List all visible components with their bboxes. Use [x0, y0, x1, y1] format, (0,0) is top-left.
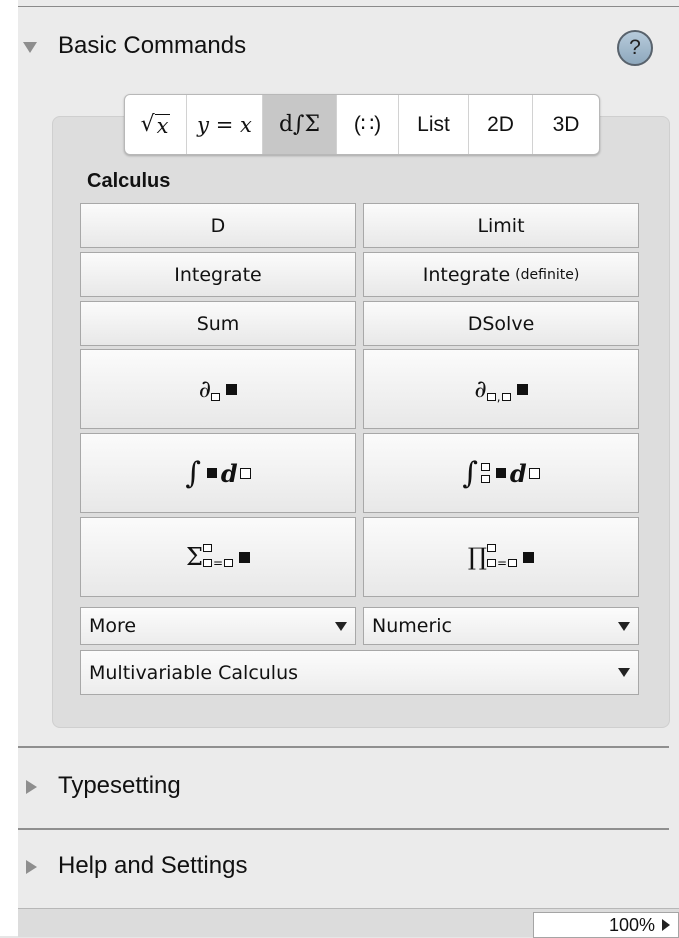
- tab-2d[interactable]: 2D: [469, 95, 533, 154]
- more-dropdown-label: More: [89, 615, 137, 637]
- zoom-menu-arrow-icon[interactable]: [662, 919, 670, 931]
- partial-icon: ∂: [474, 375, 487, 403]
- section-title-basic-commands[interactable]: Basic Commands: [58, 32, 246, 60]
- tab-calculus[interactable]: d∫Σ: [263, 95, 337, 154]
- selection-placeholder-icon: [239, 551, 251, 563]
- tab-3d[interactable]: 3D: [533, 95, 599, 154]
- placeholder-icon: [239, 467, 251, 479]
- section-help-and-settings[interactable]: Help and Settings: [0, 842, 679, 902]
- product-template-button[interactable]: ∏ =: [363, 517, 639, 597]
- placeholder-icon: [528, 467, 540, 479]
- placeholder-icon: [486, 393, 496, 401]
- section-title-typesetting[interactable]: Typesetting: [58, 772, 181, 800]
- selection-placeholder-icon: [206, 468, 217, 478]
- more-dropdown[interactable]: More: [80, 607, 356, 645]
- selection-placeholder-icon: [495, 468, 506, 478]
- multivariable-dropdown-label: Multivariable Calculus: [89, 661, 299, 684]
- placeholder-icon: [211, 393, 221, 401]
- chevron-down-icon: [618, 621, 630, 631]
- partial-derivative-template-button[interactable]: ∂: [80, 349, 356, 429]
- top-divider: [18, 6, 679, 7]
- placeholder-icon: [508, 559, 518, 567]
- placeholder-icon: [487, 544, 497, 552]
- disclosure-expanded-icon[interactable]: [23, 42, 37, 53]
- sqrt-icon: √: [140, 112, 155, 137]
- zoom-value: 100%: [608, 914, 655, 935]
- mixed-partial-template-button[interactable]: ∂ ,: [363, 349, 639, 429]
- differential-icon: d: [509, 458, 527, 488]
- placeholder-icon: [202, 559, 212, 567]
- dsolve-button[interactable]: DSolve: [363, 301, 639, 346]
- numeric-dropdown[interactable]: Numeric: [363, 607, 639, 645]
- selection-placeholder-icon: [516, 383, 528, 395]
- sum-button[interactable]: Sum: [80, 301, 356, 346]
- tab-y-equals-x[interactable]: y = x: [187, 95, 263, 154]
- integrate-definite-button[interactable]: Integrate (definite): [363, 252, 639, 297]
- sum-template-button[interactable]: Σ =: [80, 517, 356, 597]
- tab-sqrt[interactable]: √ x: [125, 95, 187, 154]
- group-title-calculus: Calculus: [87, 170, 171, 192]
- section-divider: [18, 828, 669, 830]
- limit-button[interactable]: Limit: [363, 203, 639, 248]
- product-icon: ∏: [467, 543, 488, 571]
- d-button[interactable]: D: [80, 203, 356, 248]
- placeholder-icon: [480, 475, 490, 483]
- numeric-dropdown-label: Numeric: [372, 615, 452, 637]
- placeholder-icon: [224, 559, 234, 567]
- placeholder-icon: [487, 559, 497, 567]
- definite-integral-template-button[interactable]: ∫ d: [363, 433, 639, 513]
- indefinite-integral-template-button[interactable]: ∫ d: [80, 433, 356, 513]
- chevron-down-icon: [618, 668, 630, 677]
- category-tabbar: √ x y = x d∫Σ (∷) List 2D 3D: [124, 94, 600, 155]
- integral-icon: ∫: [185, 455, 201, 491]
- section-basic-commands[interactable]: Basic Commands: [0, 16, 679, 76]
- section-divider: [18, 746, 669, 748]
- selection-placeholder-icon: [523, 551, 535, 563]
- disclosure-collapsed-icon[interactable]: [26, 860, 37, 874]
- integrate-definite-note: (definite): [515, 266, 580, 283]
- differential-icon: d: [220, 458, 238, 488]
- chevron-down-icon: [335, 621, 347, 631]
- zoom-control[interactable]: 100%: [533, 912, 679, 938]
- integral-icon: ∫: [462, 455, 478, 491]
- help-button[interactable]: ?: [617, 30, 653, 66]
- section-title-help-and-settings[interactable]: Help and Settings: [58, 852, 247, 880]
- partial-icon: ∂: [198, 375, 212, 403]
- placeholder-icon: [480, 463, 490, 471]
- selection-placeholder-icon: [226, 383, 238, 395]
- placeholder-icon: [202, 544, 212, 552]
- multivariable-calculus-dropdown[interactable]: Multivariable Calculus: [80, 650, 639, 695]
- tab-calculus-label: d∫Σ: [278, 112, 321, 137]
- placeholder-icon: [501, 393, 511, 401]
- tab-list[interactable]: List: [399, 95, 469, 154]
- disclosure-collapsed-icon[interactable]: [26, 780, 37, 794]
- integrate-definite-label: Integrate: [422, 263, 511, 286]
- sum-icon: Σ: [185, 543, 203, 571]
- section-typesetting[interactable]: Typesetting: [0, 760, 679, 820]
- tab-matrix[interactable]: (∷): [337, 95, 399, 154]
- integrate-button[interactable]: Integrate: [80, 252, 356, 297]
